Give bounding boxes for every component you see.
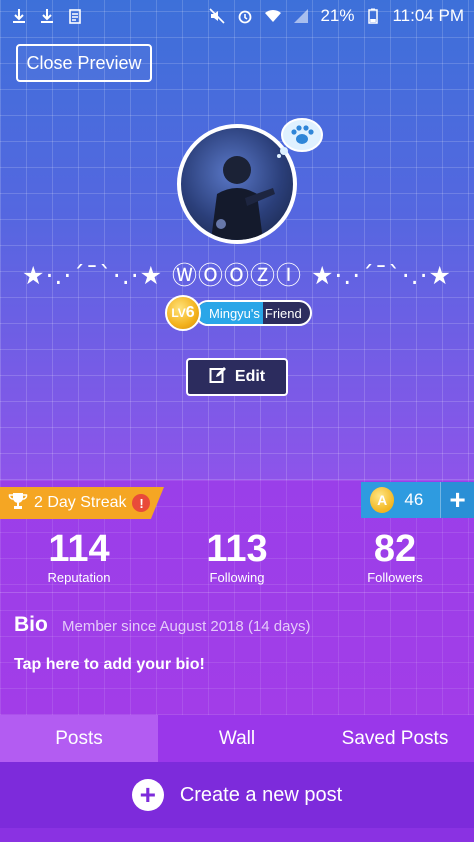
coin-count: 46 <box>404 490 424 509</box>
create-post-button[interactable]: + Create a new post <box>0 762 474 828</box>
clock: 11:04 PM <box>392 6 464 25</box>
add-bio-prompt[interactable]: Tap here to add your bio! <box>14 656 205 674</box>
friend-suffix: Friend <box>264 305 302 321</box>
mute-icon <box>208 7 226 25</box>
status-right: 21% 11:04 PM <box>208 6 464 26</box>
edit-label: Edit <box>234 368 266 385</box>
stat-label: Followers <box>367 570 423 585</box>
level-badge-row[interactable]: LV 6 Mingyu's Friend <box>165 295 312 331</box>
bio-panel[interactable]: Bio Member since August 2018 (14 days) T… <box>0 592 474 704</box>
stat-followers[interactable]: 82 Followers <box>316 528 474 588</box>
paw-bubble-icon <box>276 116 324 158</box>
bottom-strip <box>0 828 474 842</box>
battery-icon <box>364 7 382 25</box>
add-coins-button[interactable]: + <box>440 482 474 518</box>
wifi-icon <box>264 7 282 25</box>
download-icon <box>38 7 56 25</box>
streak-banner[interactable]: 2 Day Streak ! <box>0 487 164 519</box>
trophy-icon <box>8 492 28 515</box>
level-badge: LV 6 <box>165 295 201 331</box>
profile-screen: 21% 11:04 PM Close Preview ★·.·´¯`·.·★ Ⓦ… <box>0 0 474 842</box>
tab-saved-posts[interactable]: Saved Posts <box>316 715 474 762</box>
username: ★·.·´¯`·.·★ ⓌⓄⓄⓏⒾ ★·.·´¯`·.·★ <box>22 261 452 290</box>
stat-value: 82 <box>373 528 417 570</box>
alarm-icon <box>236 7 254 25</box>
stat-label: Reputation <box>47 570 111 585</box>
stat-following[interactable]: 113 Following <box>158 528 316 588</box>
create-post-label: Create a new post <box>179 783 343 806</box>
status-left <box>10 7 84 25</box>
edit-icon <box>209 366 227 389</box>
coin-icon: A <box>370 487 395 513</box>
coins-widget[interactable]: A 46 + <box>361 482 474 518</box>
status-bar: 21% 11:04 PM <box>0 0 474 32</box>
clipboard-icon <box>66 7 84 25</box>
battery-percent: 21% <box>320 6 355 25</box>
profile-tabs: Posts Wall Saved Posts <box>0 715 474 762</box>
stats-row: 114 Reputation 113 Following 82 Follower… <box>0 528 474 588</box>
stat-reputation[interactable]: 114 Reputation <box>0 528 158 588</box>
signal-icon <box>292 7 310 25</box>
streak-alert-icon: ! <box>132 494 151 512</box>
level-prefix: LV <box>171 306 186 320</box>
stat-value: 114 <box>48 528 110 570</box>
bio-title: Bio <box>14 613 48 636</box>
stat-value: 113 <box>206 528 268 570</box>
plus-icon: + <box>131 779 164 811</box>
friend-name: Mingyu's <box>197 302 263 324</box>
stat-label: Following <box>209 570 265 585</box>
tab-wall[interactable]: Wall <box>158 715 316 762</box>
download-icon <box>10 7 28 25</box>
level-number: 6 <box>185 304 195 321</box>
tab-posts[interactable]: Posts <box>0 715 158 762</box>
friend-tag: Mingyu's Friend <box>195 300 312 326</box>
member-since: Member since August 2018 (14 days) <box>62 618 311 635</box>
streak-label: 2 Day Streak <box>34 494 127 511</box>
close-preview-button[interactable]: Close Preview <box>16 44 152 82</box>
edit-profile-button[interactable]: Edit <box>186 358 288 396</box>
